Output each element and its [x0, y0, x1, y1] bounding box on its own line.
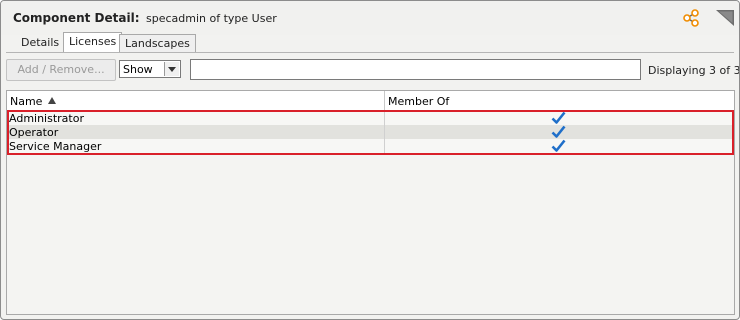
tab-licenses[interactable]: Licenses: [63, 32, 123, 53]
show-select-value: Show: [123, 63, 153, 76]
sort-ascending-icon: [48, 97, 56, 104]
record-count: Displaying 3 of 3: [648, 64, 740, 77]
tab-divider: [6, 52, 734, 53]
cell-name: Administrator: [9, 112, 84, 125]
column-header-member-of[interactable]: Member Of: [388, 95, 449, 108]
panel-title: Component Detail: specadmin of type User: [13, 11, 277, 25]
component-detail-panel: Component Detail: specadmin of type User…: [0, 0, 740, 320]
checkmark-icon: [551, 125, 566, 138]
table-row[interactable]: Service Manager: [7, 139, 734, 153]
triangle-corner-icon[interactable]: [715, 9, 735, 27]
tab-details[interactable]: Details: [16, 34, 64, 51]
table-header: Name Member Of: [7, 91, 734, 111]
chevron-down-icon[interactable]: [164, 62, 179, 76]
cell-name: Operator: [9, 126, 59, 139]
share-icon[interactable]: [681, 8, 701, 28]
toolbar: Add / Remove... Show Displaying 3 of 3: [6, 58, 739, 82]
cell-divider: [384, 139, 385, 153]
add-remove-button[interactable]: Add / Remove...: [6, 59, 116, 81]
tab-landscapes[interactable]: Landscapes: [119, 34, 196, 52]
licenses-table: Name Member Of Administrator Operator Se…: [6, 90, 735, 315]
checkmark-icon: [551, 139, 566, 152]
filter-input[interactable]: [190, 59, 641, 80]
panel-header: Component Detail: specadmin of type User: [1, 1, 739, 35]
show-select[interactable]: Show: [119, 60, 181, 78]
title-label: Component Detail:: [13, 11, 140, 25]
column-divider[interactable]: [384, 91, 385, 110]
cell-divider: [384, 111, 385, 125]
column-header-name[interactable]: Name: [10, 95, 42, 108]
table-row[interactable]: Administrator: [7, 111, 734, 125]
table-row[interactable]: Operator: [7, 125, 734, 139]
checkmark-icon: [551, 111, 566, 124]
cell-name: Service Manager: [9, 140, 102, 153]
cell-divider: [384, 125, 385, 139]
title-subject: specadmin of type User: [146, 12, 277, 25]
